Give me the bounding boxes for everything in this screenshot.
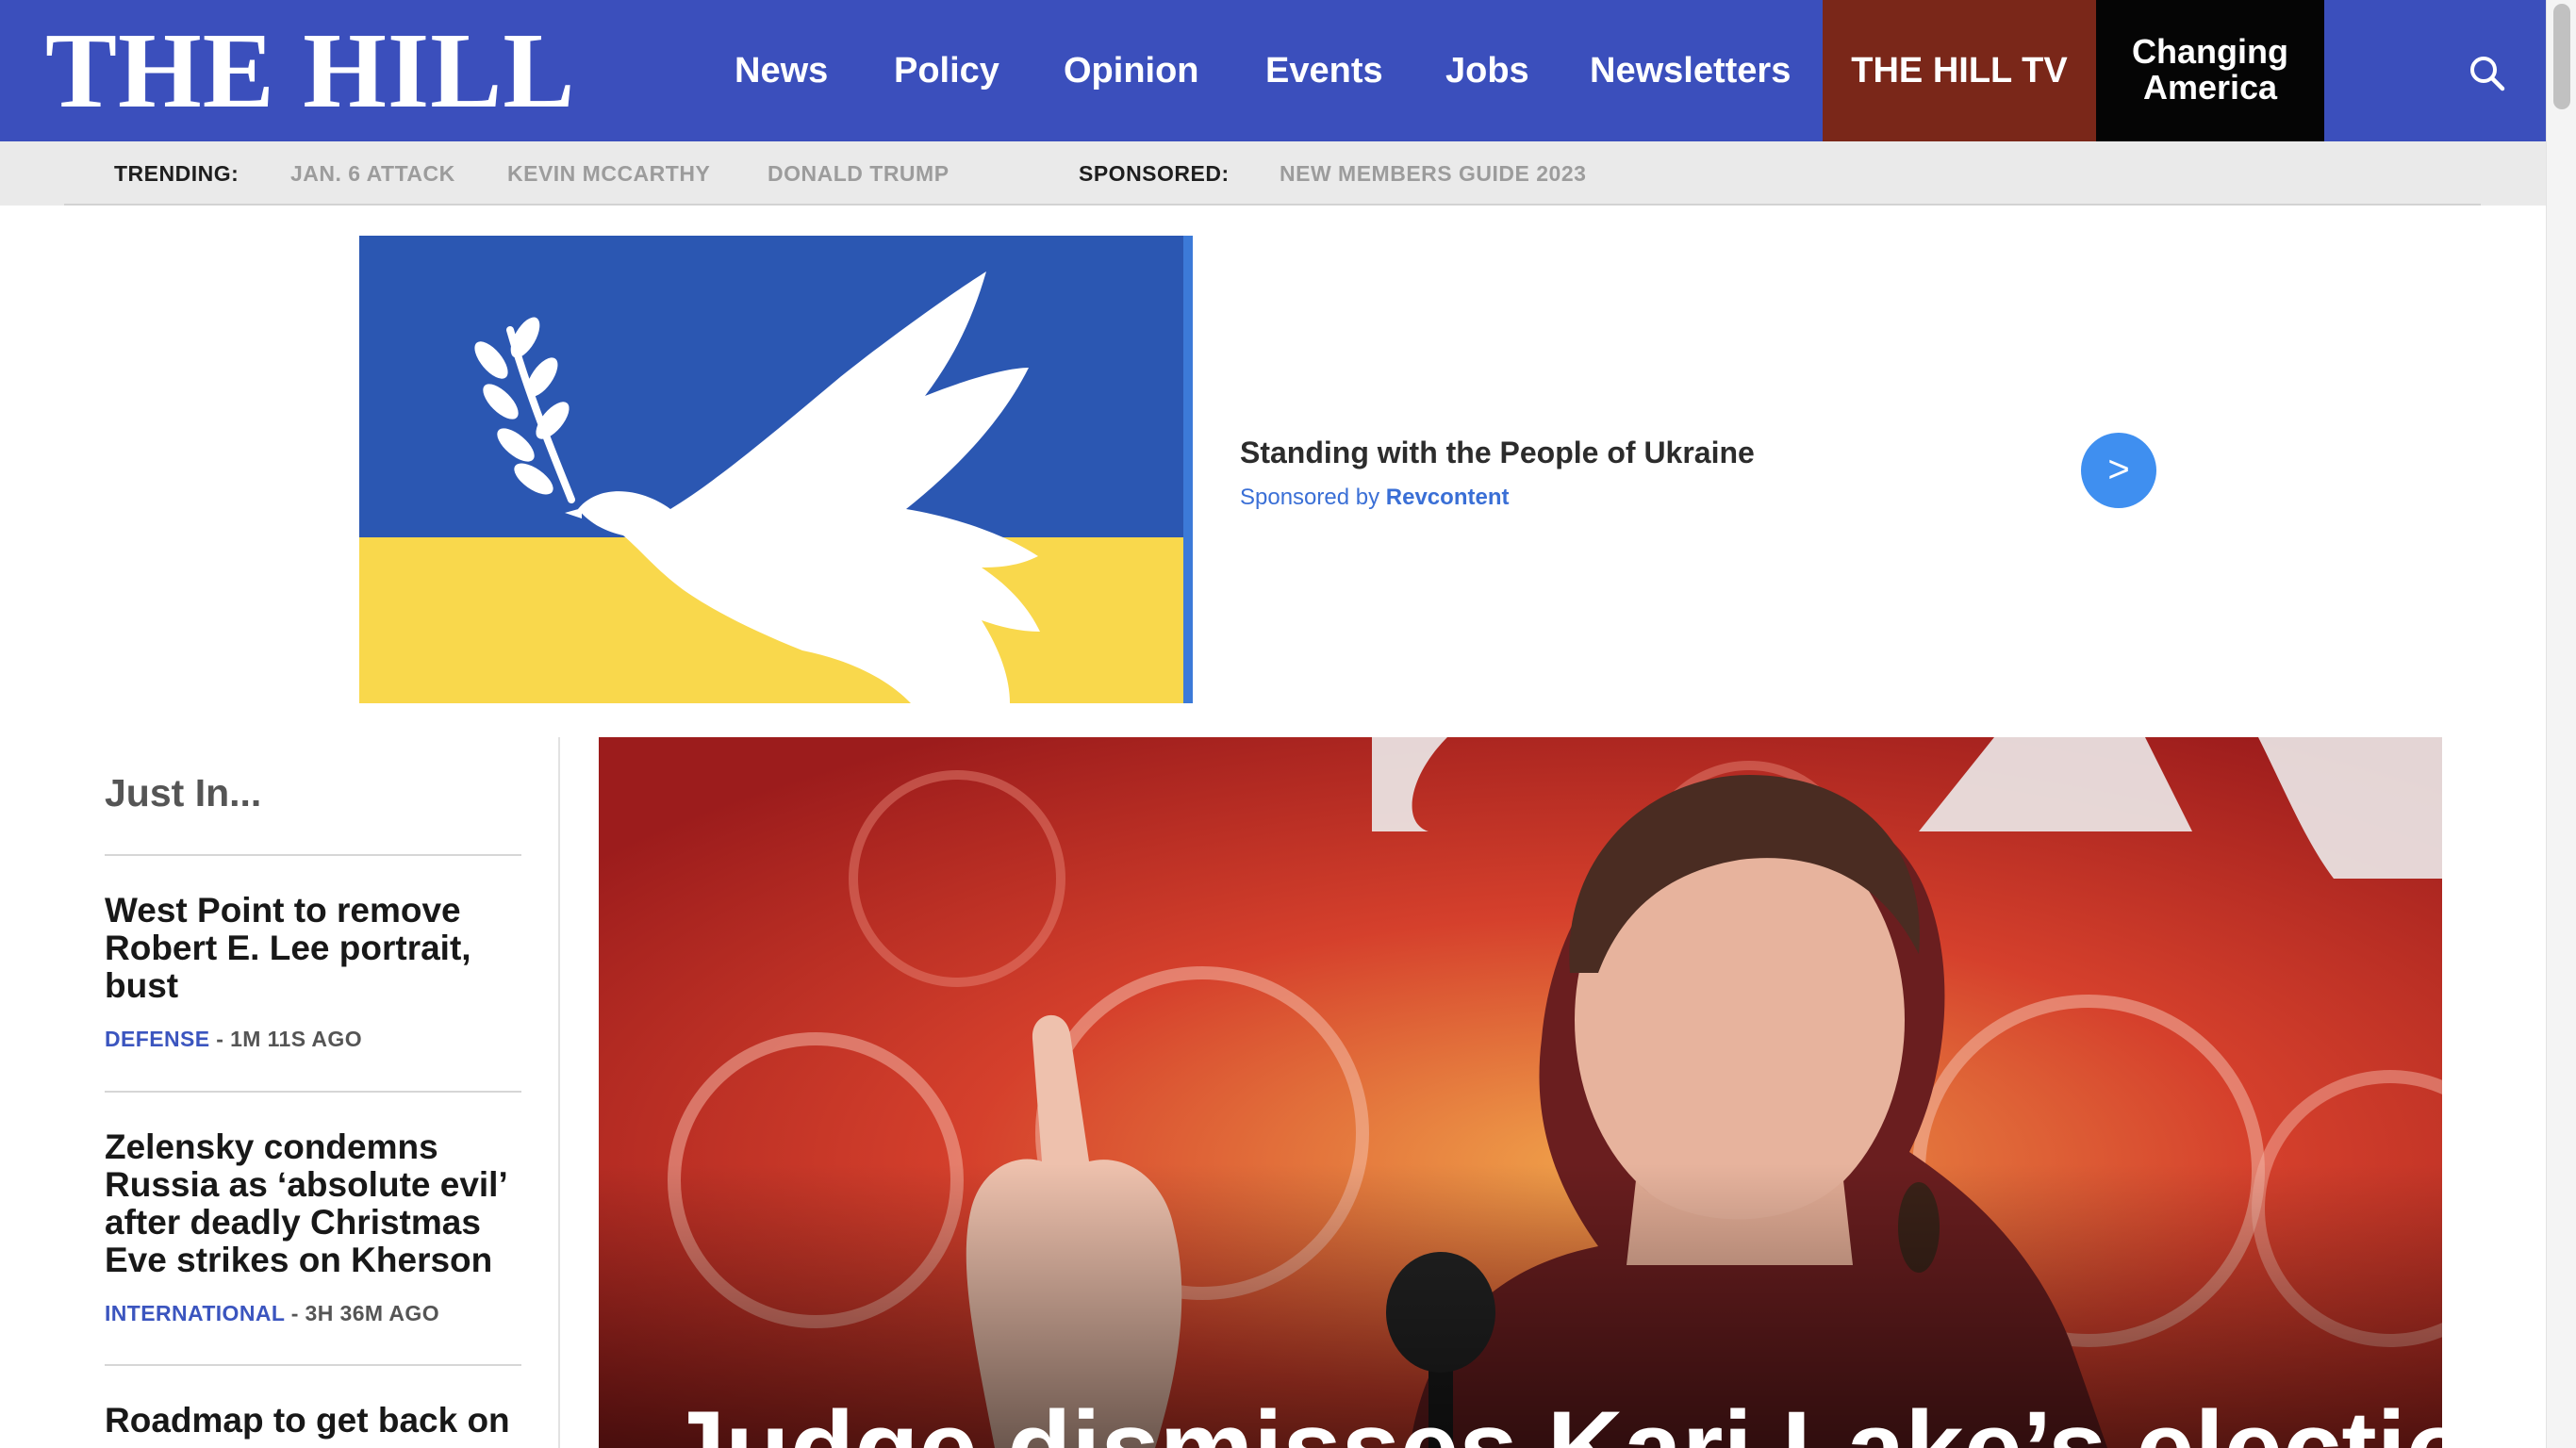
just-in-title: Just In... [105, 771, 262, 814]
hero-headline[interactable]: Judge dismisses Kari Lake’s election [667, 1388, 2442, 1448]
story-time: - 3H 36M AGO [284, 1301, 440, 1325]
story-headline[interactable]: Roadmap to get back on [105, 1402, 521, 1440]
nav-policy[interactable]: Policy [894, 0, 999, 141]
column-divider [558, 737, 560, 1448]
trending-donald-trump[interactable]: DONALD TRUMP [768, 141, 949, 206]
hero-photo [599, 737, 2442, 1448]
story-divider [105, 1091, 521, 1093]
trending-jan-6-attack[interactable]: JAN. 6 ATTACK [290, 141, 455, 206]
search-icon[interactable] [2469, 55, 2506, 92]
just-in-divider [105, 854, 521, 856]
top-navigation: THE HILL News Policy Opinion Events Jobs… [0, 0, 2546, 141]
scrollbar-thumb[interactable] [2553, 4, 2570, 109]
nav-news[interactable]: News [735, 0, 828, 141]
nav-newsletters[interactable]: Newsletters [1590, 0, 1791, 141]
story-category[interactable]: INTERNATIONAL [105, 1301, 285, 1325]
story-meta: DEFENSE - 1M 11S AGO [105, 1027, 362, 1052]
hero-story-image[interactable]: Judge dismisses Kari Lake’s election [599, 737, 2442, 1448]
nav-jobs[interactable]: Jobs [1445, 0, 1529, 141]
ad-title[interactable]: Standing with the People of Ukraine [1240, 436, 1755, 470]
story-category[interactable]: DEFENSE [105, 1027, 209, 1051]
nav-events[interactable]: Events [1265, 0, 1383, 141]
sponsored-new-members-guide[interactable]: NEW MEMBERS GUIDE 2023 [1280, 141, 1586, 206]
story-meta: INTERNATIONAL - 3H 36M AGO [105, 1301, 439, 1326]
site-logo[interactable]: THE HILL [45, 17, 575, 124]
page-scrollbar[interactable] [2546, 0, 2576, 1448]
changing-america-line1: Changing [2132, 32, 2288, 71]
ad-image-edge [1183, 236, 1193, 703]
nav-opinion[interactable]: Opinion [1064, 0, 1199, 141]
trending-kevin-mccarthy[interactable]: KEVIN MCCARTHY [507, 141, 710, 206]
story-divider [105, 1364, 521, 1366]
nav-changing-america[interactable]: Changing America [2096, 0, 2324, 141]
peace-dove-icon [474, 272, 1040, 703]
story-time: - 1M 11S AGO [209, 1027, 362, 1051]
changing-america-line2: America [2142, 68, 2278, 107]
sponsored-label: SPONSORED: [1079, 161, 1230, 186]
ukraine-dove-ad-image[interactable] [359, 236, 1193, 703]
ad-sponsor-line[interactable]: Sponsored by Revcontent [1240, 485, 1509, 511]
ad-next-button[interactable]: > [2081, 433, 2156, 508]
nav-the-hill-tv[interactable]: THE HILL TV [1823, 0, 2096, 141]
story-headline[interactable]: Zelensky condemns Russia as ‘absolute ev… [105, 1128, 521, 1279]
story-headline[interactable]: West Point to remove Robert E. Lee portr… [105, 892, 521, 1005]
ad-sponsor-name[interactable]: Revcontent [1386, 485, 1510, 510]
trending-label: TRENDING: [114, 161, 239, 186]
ad-sponsored-by-label: Sponsored by [1240, 485, 1380, 510]
